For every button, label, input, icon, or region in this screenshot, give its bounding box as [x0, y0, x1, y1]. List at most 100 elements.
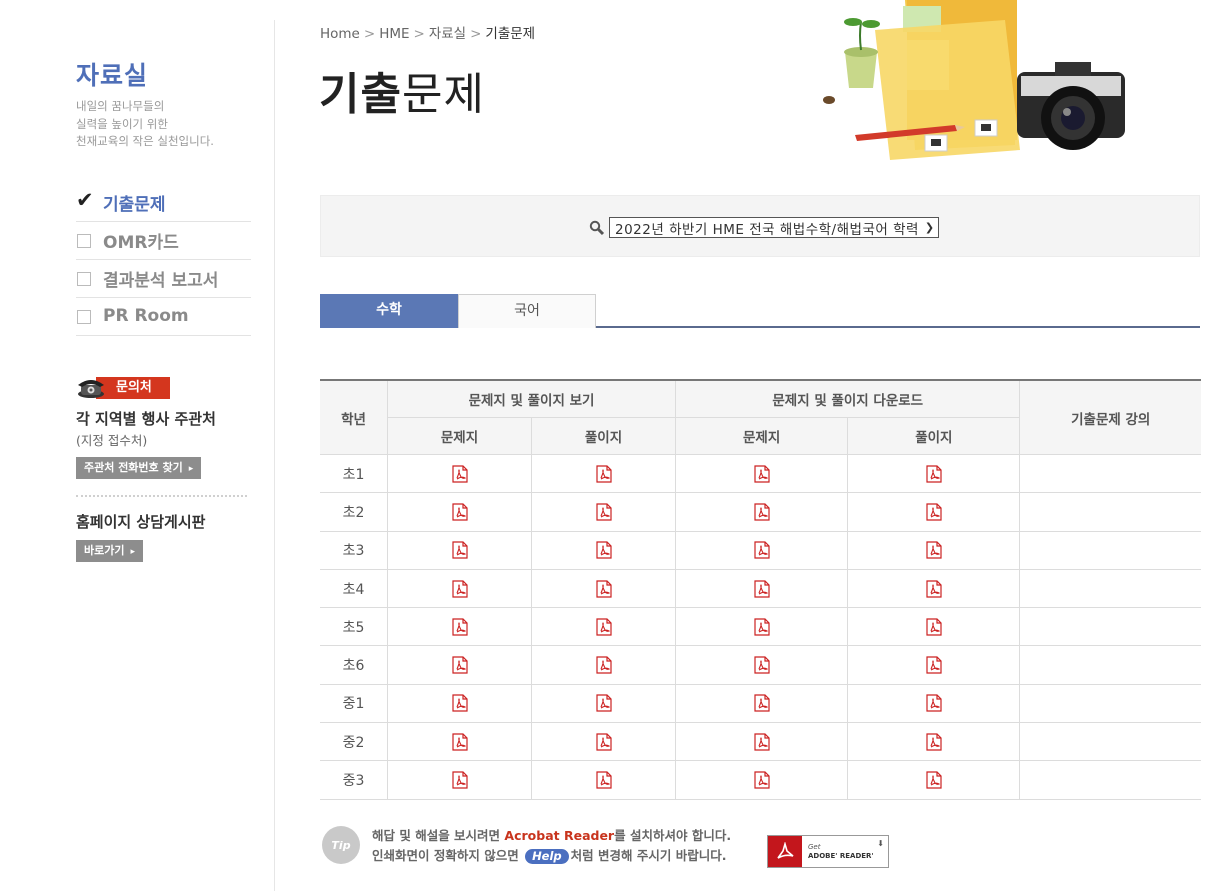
grade-cell: 초6	[320, 645, 388, 685]
pdf-cell	[675, 492, 849, 532]
download-solution-pdf-icon[interactable]	[924, 694, 943, 713]
camera-illustration	[1017, 62, 1125, 150]
tab-korean[interactable]: 국어	[458, 294, 596, 328]
tip-box: Tip 해답 및 해설을 보시려면 Acrobat Reader를 설치하셔야 …	[322, 826, 731, 866]
find-organizer-phone-button[interactable]: 주관처 전화번호 찾기 ▸	[76, 456, 202, 479]
sidebar-item-pr-room[interactable]: PR Room	[76, 298, 251, 336]
hero-illustration	[823, 0, 1125, 160]
view-question-pdf-icon[interactable]	[450, 618, 469, 636]
download-solution-pdf-icon[interactable]	[924, 465, 943, 483]
tab-math[interactable]: 수학	[320, 294, 458, 328]
pdf-cell	[530, 607, 677, 647]
download-solution-pdf-icon[interactable]	[924, 771, 943, 789]
pdf-cell	[530, 568, 677, 609]
view-solution-pdf-icon[interactable]	[594, 465, 613, 483]
download-question-pdf-icon[interactable]	[752, 656, 771, 674]
lecture-cell	[1019, 760, 1201, 800]
pdf-cell	[530, 683, 677, 724]
breadcrumb-home[interactable]: Home	[320, 26, 360, 42]
view-solution-pdf-icon[interactable]	[594, 579, 613, 598]
view-question-pdf-icon[interactable]	[450, 656, 469, 674]
download-question-pdf-icon[interactable]	[752, 618, 771, 636]
breadcrumb-separator: >	[413, 26, 425, 42]
go-to-board-button[interactable]: 바로가기 ▸	[76, 539, 144, 562]
grade-cell: 초4	[320, 568, 388, 609]
view-solution-pdf-icon[interactable]	[594, 771, 613, 789]
view-question-pdf-icon[interactable]	[450, 694, 469, 713]
checkbox-icon	[77, 233, 91, 248]
chevron-down-icon: ❯	[924, 221, 935, 234]
view-solution-pdf-icon[interactable]	[594, 503, 613, 521]
download-question-pdf-icon[interactable]	[752, 694, 771, 713]
acrobat-reader-text: Acrobat Reader	[504, 828, 615, 843]
grade-cell: 초2	[320, 492, 388, 532]
view-question-pdf-icon[interactable]	[450, 465, 469, 483]
dotted-divider	[76, 494, 247, 497]
exam-select[interactable]: 2022년 하반기 HME 전국 해법수학/해법국어 학력 ❯	[609, 217, 939, 238]
download-question-pdf-icon[interactable]	[752, 733, 771, 751]
page-title: 기출문제	[319, 58, 485, 122]
view-question-pdf-icon[interactable]	[450, 579, 469, 598]
tip-line-2: 인쇄화면이 정확하지 않으면 Help 처럼 변경해 주시기 바랍니다.	[372, 846, 731, 866]
download-solution-pdf-icon[interactable]	[924, 503, 943, 521]
view-group-header: 문제지 및 풀이지 보기	[386, 379, 677, 418]
view-solution-pdf-icon[interactable]	[594, 618, 613, 636]
pdf-cell	[675, 760, 849, 800]
sidebar-desc-line: 내일의 꿈나무들의	[76, 99, 165, 113]
sidebar-description: 내일의 꿈나무들의 실력을 높이기 위한 천재교육의 작은 실천입니다.	[76, 98, 251, 151]
help-badge: Help	[525, 849, 569, 864]
sidebar-item-analysis-report[interactable]: 결과분석 보고서	[76, 260, 251, 298]
page-title-bold: 기출	[319, 69, 402, 120]
download-solution-pdf-icon[interactable]	[924, 579, 943, 598]
download-question-pdf-icon[interactable]	[752, 771, 771, 789]
view-solution-pdf-icon[interactable]	[594, 656, 613, 674]
exam-select-value: 2022년 하반기 HME 전국 해법수학/해법국어 학력	[615, 221, 919, 238]
tip-text-part: 인쇄화면이 정확하지 않으면	[372, 848, 524, 863]
pdf-cell	[387, 607, 532, 647]
download-question-pdf-icon[interactable]	[752, 503, 771, 521]
table-header-row: 학년 문제지 및 풀이지 보기 문제지 및 풀이지 다운로드 기출문제 강의	[320, 379, 1201, 455]
download-question-pdf-icon[interactable]	[752, 579, 771, 598]
table-row: 중2	[320, 722, 1201, 762]
lecture-cell	[1019, 607, 1201, 647]
pdf-cell	[847, 760, 1021, 800]
sidebar-item-label: OMR카드	[103, 232, 179, 253]
view-question-pdf-icon[interactable]	[450, 771, 469, 789]
table-row: 중3	[320, 760, 1201, 800]
download-question-pdf-icon[interactable]	[752, 541, 771, 559]
download-solution-header: 풀이지	[847, 417, 1020, 455]
download-question-pdf-icon[interactable]	[752, 465, 771, 483]
view-question-pdf-icon[interactable]	[450, 541, 469, 559]
view-question-pdf-icon[interactable]	[450, 733, 469, 751]
download-solution-pdf-icon[interactable]	[924, 618, 943, 636]
contact-badge: 문의처	[76, 374, 251, 402]
pdf-cell	[530, 453, 677, 494]
grade-cell: 중3	[320, 760, 388, 800]
table-row: 초3	[320, 530, 1201, 570]
get-adobe-reader-button[interactable]: Get ADOBE' READER' ⬇	[767, 835, 889, 868]
download-solution-pdf-icon[interactable]	[924, 656, 943, 674]
sidebar-item-past-exams[interactable]: ✔ 기출문제	[76, 184, 251, 222]
button-label: 바로가기	[84, 543, 125, 557]
view-solution-pdf-icon[interactable]	[594, 694, 613, 713]
adobe-logo-icon	[768, 836, 802, 867]
view-question-pdf-icon[interactable]	[450, 503, 469, 521]
grade-header: 학년	[320, 379, 388, 455]
sidebar-desc-line: 실력을 높이기 위한	[76, 116, 168, 131]
download-solution-pdf-icon[interactable]	[924, 541, 943, 559]
checkbox-icon	[77, 309, 91, 324]
grade-cell: 중2	[320, 722, 388, 762]
breadcrumb-archive[interactable]: 자료실	[429, 26, 466, 42]
table-row: 초2	[320, 492, 1201, 532]
table-row: 중1	[320, 683, 1201, 724]
download-group-header: 문제지 및 풀이지 다운로드	[675, 379, 1021, 418]
view-solution-pdf-icon[interactable]	[594, 541, 613, 559]
pdf-cell	[530, 645, 677, 685]
breadcrumb-hme[interactable]: HME	[379, 26, 409, 42]
adobe-get-text: Get	[808, 842, 821, 851]
download-solution-pdf-icon[interactable]	[924, 733, 943, 751]
pdf-cell	[530, 530, 677, 570]
sidebar-item-omr-card[interactable]: OMR카드	[76, 222, 251, 260]
view-solution-pdf-icon[interactable]	[594, 733, 613, 751]
pdf-cell	[675, 568, 849, 609]
